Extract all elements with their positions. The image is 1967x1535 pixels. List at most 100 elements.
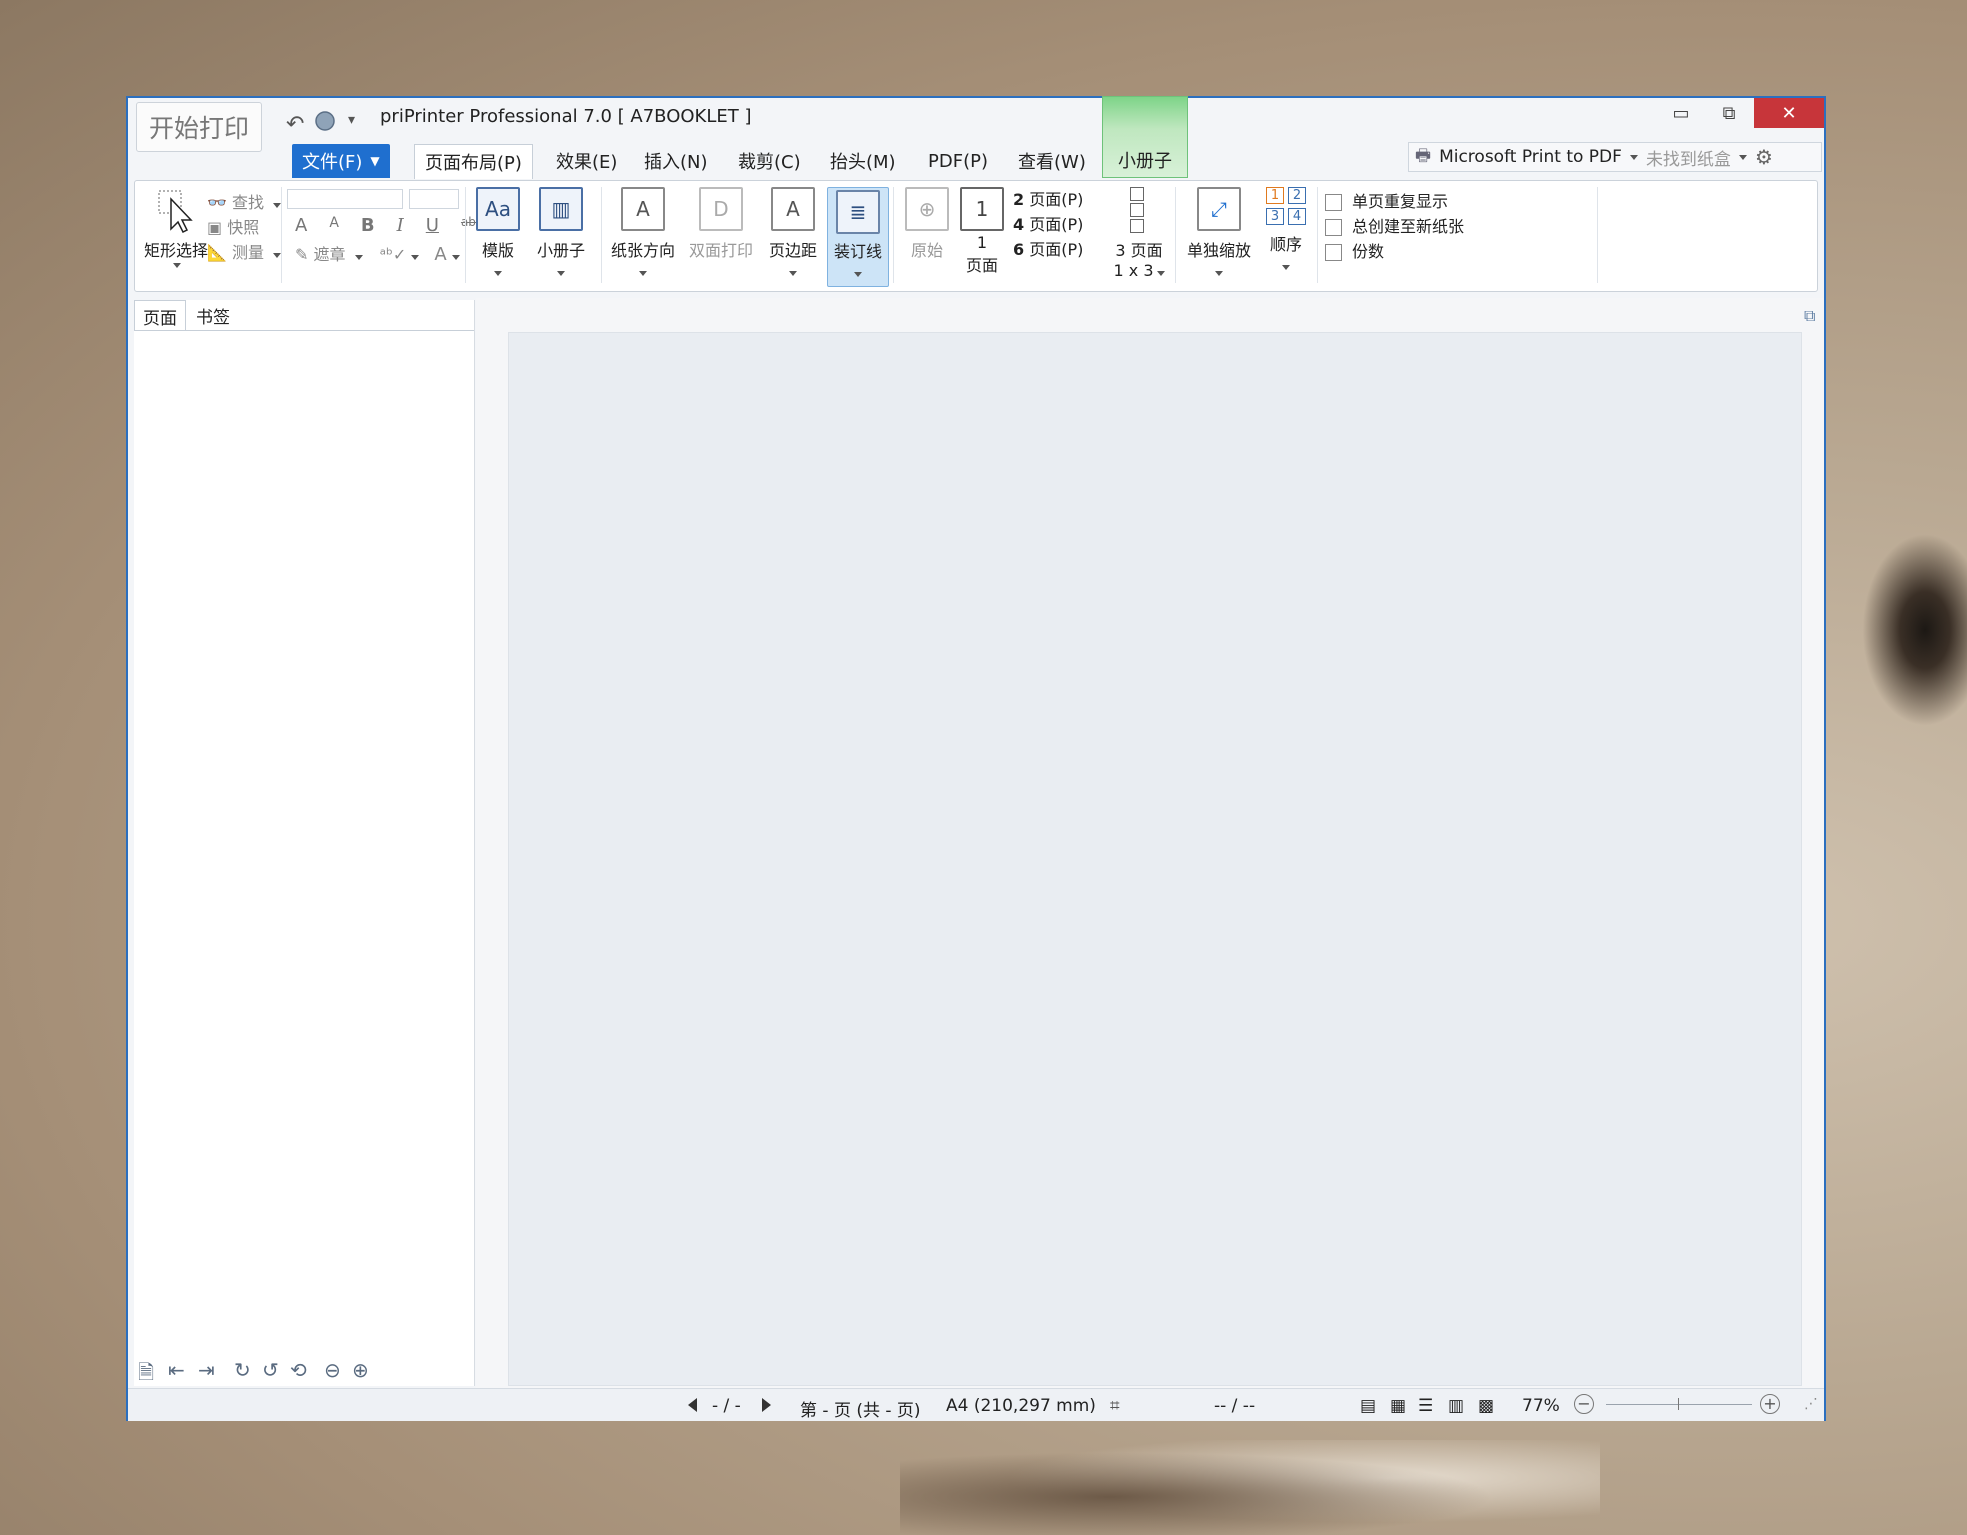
quick-access-dropdown-icon[interactable]: ▾: [348, 112, 355, 128]
bold-button[interactable]: B: [361, 215, 375, 236]
template-label: 模版: [481, 241, 514, 260]
printer-selector[interactable]: 🖶 Microsoft Print to PDF 未找到纸盒 ⚙: [1408, 142, 1822, 172]
tab-header[interactable]: 抬头(M): [820, 144, 906, 178]
view-grid-icon[interactable]: ▩: [1478, 1396, 1494, 1416]
gear-icon[interactable]: ⚙: [1755, 145, 1773, 169]
tab-booklet[interactable]: 小册子: [1102, 96, 1188, 178]
chevron-down-icon: [1282, 265, 1290, 270]
tab-file-label: 文件(F): [302, 152, 363, 173]
page-navigation: - / -: [712, 1396, 741, 1416]
rotate-right-icon[interactable]: ↻: [234, 1358, 251, 1382]
ruler-icon: 📐: [207, 243, 227, 262]
ribbon: 矩形选择 👓 查找 ▣ 快照 📐 测量 A A B I U abc ✎ 遮章 ᵃ…: [134, 180, 1818, 292]
two-pages-option[interactable]: 2 页面(P): [1013, 187, 1083, 212]
tab-pdf[interactable]: PDF(P): [918, 144, 998, 178]
restore-button[interactable]: ⧉: [1706, 98, 1752, 128]
next-page-icon[interactable]: [762, 1398, 771, 1412]
original-icon: ⊕: [905, 187, 949, 231]
font-size-select[interactable]: [409, 189, 459, 209]
margins-icon: A: [771, 187, 815, 231]
divider: [465, 187, 466, 283]
rotate-both-icon[interactable]: ⟲: [290, 1358, 307, 1382]
add-page-icon[interactable]: 🗎: [138, 1358, 154, 1392]
resize-grip-icon[interactable]: ⋰: [1804, 1396, 1818, 1412]
view-single-icon[interactable]: ▤: [1360, 1396, 1376, 1416]
checkbox-box[interactable]: [1325, 219, 1342, 236]
view-two-page-icon[interactable]: ▥: [1448, 1396, 1464, 1416]
font-color-icon[interactable]: A: [434, 244, 446, 265]
view-continuous-icon[interactable]: ☰: [1418, 1396, 1433, 1416]
booklet-label: 小册子: [536, 241, 585, 260]
template-button[interactable]: Aa 模版: [471, 187, 525, 281]
order-icon: 1 2 3 4: [1266, 187, 1313, 225]
zoom-in-button[interactable]: +: [1760, 1394, 1780, 1414]
order-button[interactable]: 1 2 3 4 顺序: [1259, 187, 1313, 275]
font-family-select[interactable]: [287, 189, 403, 209]
increase-font-icon[interactable]: A: [295, 215, 307, 236]
binding-button[interactable]: ≣ 装订线: [827, 187, 889, 287]
zoom-out-button[interactable]: −: [1574, 1394, 1594, 1414]
find-button[interactable]: 👓 查找: [207, 189, 282, 213]
circle-icon[interactable]: [314, 110, 336, 138]
mask-button[interactable]: ✎ 遮章 ᵃᵇ✓ A: [295, 241, 460, 265]
checkbox-box[interactable]: [1325, 244, 1342, 261]
chevron-down-icon: [273, 253, 282, 258]
import-page-icon[interactable]: ⇤: [168, 1358, 185, 1382]
chevron-down-icon: [273, 203, 282, 208]
new-sheet-checkbox[interactable]: 总创建至新纸张: [1325, 214, 1464, 239]
prev-page-icon[interactable]: [688, 1398, 697, 1412]
export-page-icon[interactable]: ⇥: [198, 1358, 215, 1382]
tab-bookmarks[interactable]: 书签: [188, 300, 238, 330]
open-book-icon: ▥: [539, 187, 583, 231]
scale-single-button[interactable]: ⤢ 单独缩放: [1179, 187, 1259, 281]
italic-button[interactable]: I: [397, 215, 404, 236]
close-button[interactable]: ✕: [1754, 98, 1824, 128]
divider: [281, 187, 282, 283]
panel-toggle-icon[interactable]: ⧉: [1804, 306, 1815, 326]
tab-file[interactable]: 文件(F) ▼: [292, 144, 390, 178]
underline-button[interactable]: U: [426, 215, 439, 236]
mask-label: 遮章: [313, 245, 346, 264]
paper-tray[interactable]: 未找到纸盒: [1646, 145, 1731, 170]
orientation-button[interactable]: A 纸张方向: [605, 187, 681, 281]
copies-checkbox[interactable]: 份数: [1325, 239, 1464, 264]
divider: [1175, 187, 1176, 283]
three-pages-button[interactable]: 3 页面 1 x 3: [1109, 187, 1169, 280]
page-canvas[interactable]: [508, 332, 1802, 1386]
multi-page-options: 2 页面(P) 4 页面(P) 6 页面(P): [1013, 187, 1083, 262]
tab-insert[interactable]: 插入(N): [634, 144, 718, 178]
orientation-icon: A: [621, 187, 665, 231]
booklet-button[interactable]: ▥ 小册子: [531, 187, 591, 281]
six-pages-option[interactable]: 6 页面(P): [1013, 237, 1083, 262]
spellcheck-icon[interactable]: ᵃᵇ✓: [380, 245, 407, 264]
tab-crop[interactable]: 裁剪(C): [728, 144, 811, 178]
binding-label: 装订线: [833, 242, 882, 261]
four-pages-option[interactable]: 4 页面(P): [1013, 212, 1083, 237]
view-page-icon[interactable]: ▦: [1390, 1396, 1406, 1416]
zoom-out-icon[interactable]: ⊖: [324, 1358, 341, 1382]
crop-icon[interactable]: ⌗: [1110, 1396, 1120, 1416]
margins-button[interactable]: A 页边距: [763, 187, 823, 281]
undo-icon[interactable]: ↶: [286, 112, 304, 137]
single-page-icon: 1: [960, 187, 1004, 231]
measure-button[interactable]: 📐 测量: [207, 239, 282, 263]
minimize-button[interactable]: ▭: [1658, 98, 1704, 128]
rotate-left-icon[interactable]: ↺: [262, 1358, 279, 1382]
rect-select-button[interactable]: 矩形选择: [143, 187, 209, 287]
app-window: 开始打印 ↶ ▾ priPrinter Professional 7.0 [ A…: [126, 96, 1826, 1421]
checkbox-box[interactable]: [1325, 194, 1342, 211]
zoom-slider[interactable]: [1606, 1404, 1752, 1405]
tab-layout[interactable]: 页面布局(P): [414, 144, 533, 179]
tab-pages[interactable]: 页面: [134, 300, 186, 331]
zoom-in-icon[interactable]: ⊕: [352, 1358, 369, 1382]
binoculars-icon: 👓: [207, 193, 227, 212]
decrease-font-icon[interactable]: A: [329, 215, 339, 236]
one-page-button[interactable]: 1 1 页面: [957, 187, 1007, 276]
start-print-button[interactable]: 开始打印: [136, 102, 262, 152]
repeat-single-checkbox[interactable]: 单页重复显示: [1325, 189, 1464, 214]
snapshot-button[interactable]: ▣ 快照: [207, 214, 259, 238]
tab-effects[interactable]: 效果(E): [546, 144, 627, 178]
zoom-slider-handle[interactable]: [1678, 1398, 1679, 1410]
original-label: 原始: [910, 241, 943, 260]
tab-view[interactable]: 查看(W): [1008, 144, 1096, 178]
